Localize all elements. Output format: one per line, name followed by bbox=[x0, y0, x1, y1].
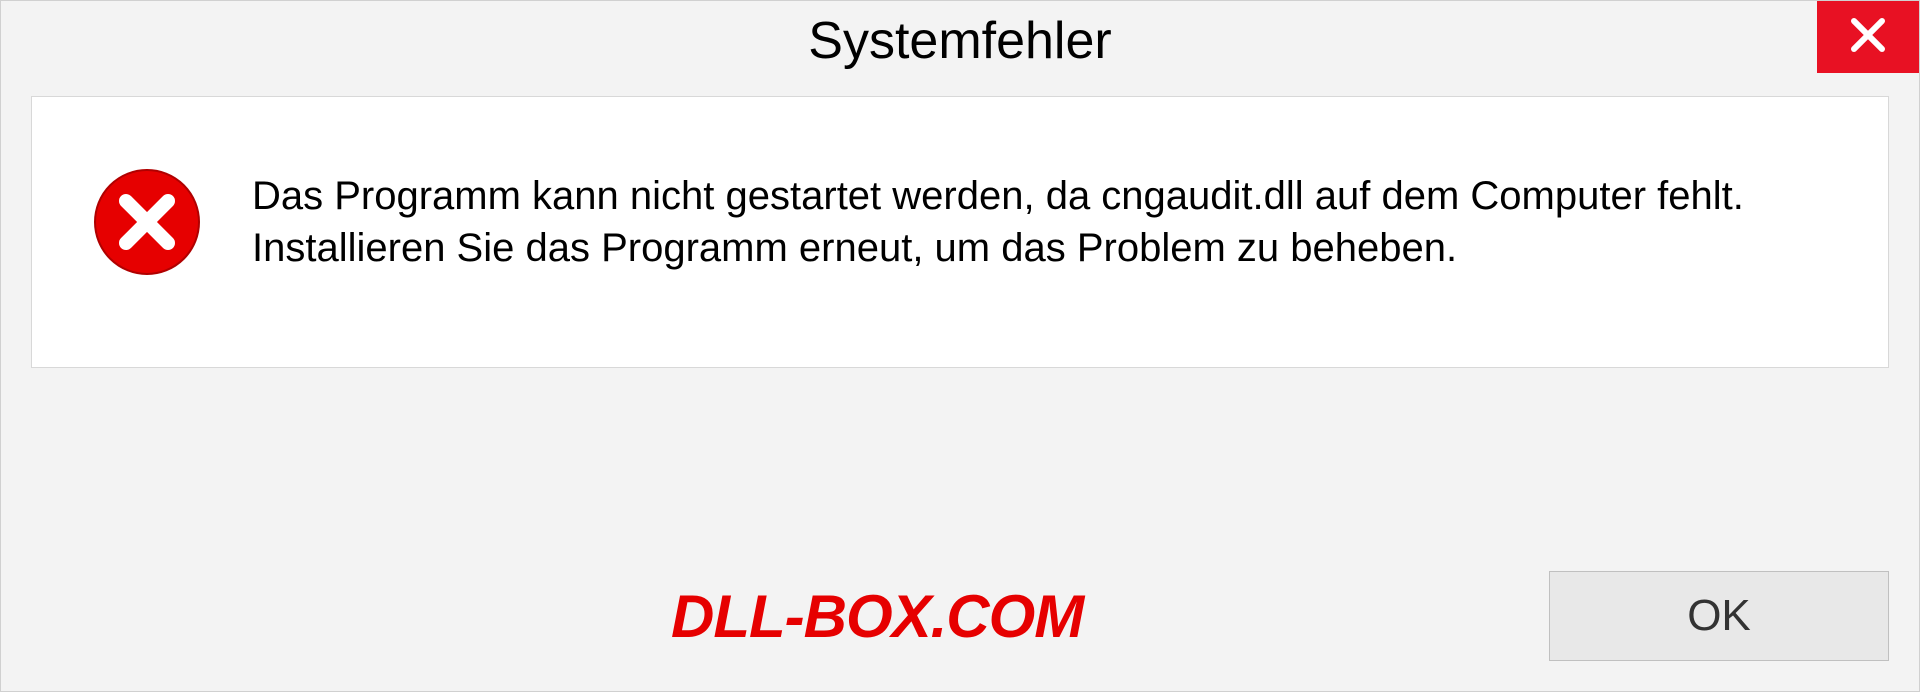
titlebar: Systemfehler bbox=[1, 1, 1919, 81]
close-icon bbox=[1848, 15, 1888, 60]
dialog-title: Systemfehler bbox=[808, 11, 1111, 71]
error-message: Das Programm kann nicht gestartet werden… bbox=[252, 170, 1828, 274]
error-dialog: Systemfehler Das Programm kann nicht ges… bbox=[0, 0, 1920, 692]
close-button[interactable] bbox=[1817, 1, 1919, 73]
ok-button-label: OK bbox=[1687, 591, 1751, 641]
error-icon bbox=[92, 167, 202, 277]
dialog-footer: DLL-BOX.COM OK bbox=[31, 571, 1889, 661]
watermark-text: DLL-BOX.COM bbox=[671, 582, 1083, 651]
ok-button[interactable]: OK bbox=[1549, 571, 1889, 661]
content-panel: Das Programm kann nicht gestartet werden… bbox=[31, 96, 1889, 368]
